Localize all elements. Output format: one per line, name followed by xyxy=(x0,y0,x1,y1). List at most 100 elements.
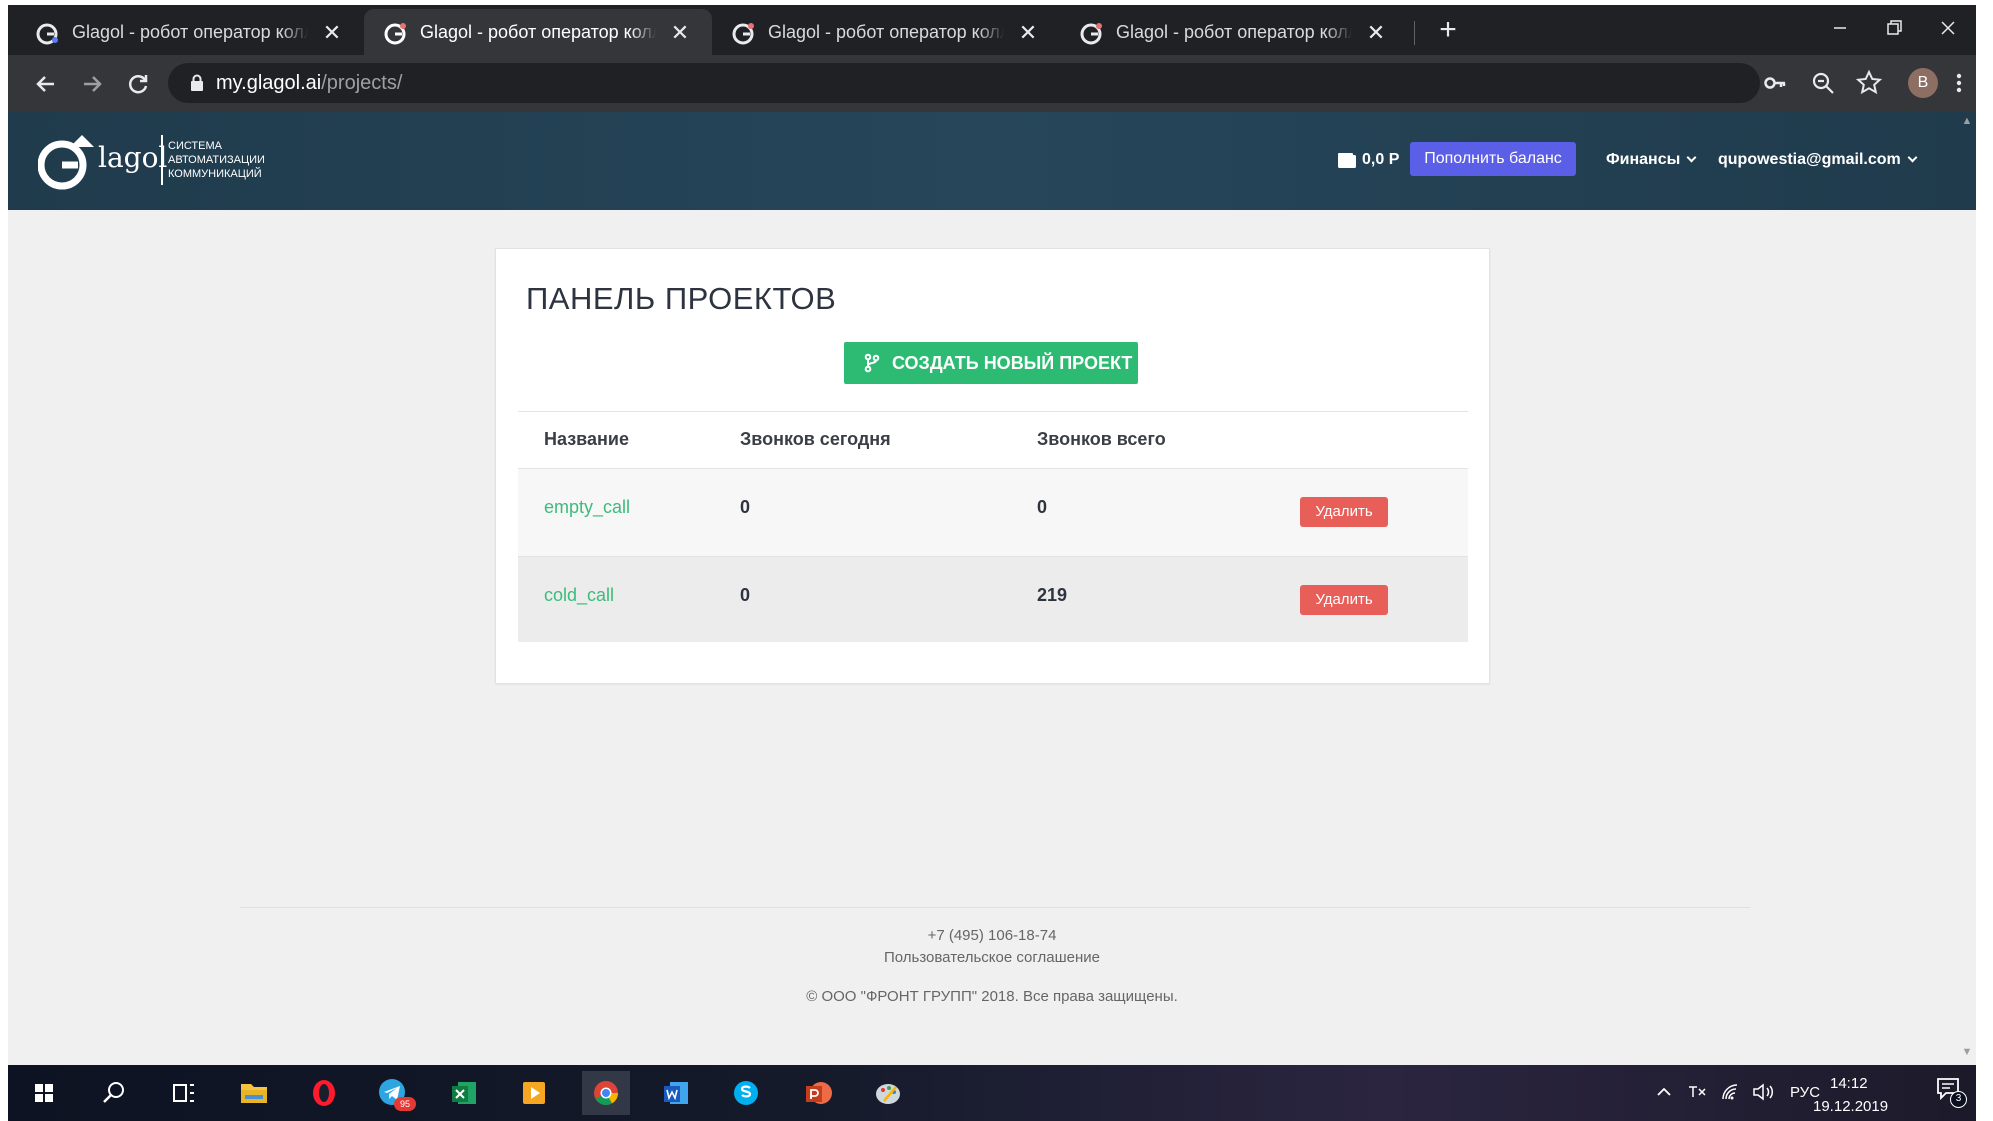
footer-divider xyxy=(240,907,1750,908)
finance-menu[interactable]: Финансы xyxy=(1606,151,1697,169)
calls-today-value: 0 xyxy=(740,497,751,517)
clock-date[interactable]: 19.12.2019 xyxy=(1813,1098,1888,1115)
skype-icon[interactable] xyxy=(722,1071,770,1115)
logo-tagline-line: АВТОМАТИЗАЦИИ xyxy=(168,154,265,166)
reload-icon[interactable] xyxy=(122,68,154,100)
word-icon[interactable] xyxy=(652,1071,700,1115)
url-host: my.glagol.ai xyxy=(216,72,322,94)
wifi-icon[interactable] xyxy=(1720,1083,1742,1101)
tab-separator xyxy=(1414,21,1415,45)
chevron-down-icon xyxy=(1686,152,1697,163)
logo-divider xyxy=(161,135,163,185)
logo-tagline-line: СИСТЕМА xyxy=(168,140,222,152)
menu-icon[interactable] xyxy=(1952,68,1966,98)
browser-tab[interactable]: Glagol - робот оператор колл-центра ✕ xyxy=(712,9,1060,55)
glagol-favicon-icon xyxy=(1080,23,1102,45)
column-header-name[interactable]: Название xyxy=(544,429,629,450)
tab-title: Glagol - робот оператор колл-центра xyxy=(768,22,1004,44)
delete-project-button[interactable]: Удалить xyxy=(1300,585,1388,615)
telegram-app[interactable]: 95 xyxy=(370,1071,418,1115)
chevron-up-icon[interactable] xyxy=(1656,1083,1672,1101)
tab-title: Glagol - робот оператор колл-центра xyxy=(1116,22,1352,44)
glagol-logo[interactable]: lagol СИСТЕМА АВТОМАТИЗАЦИИ КОММУНИКАЦИЙ xyxy=(38,127,278,191)
telegram-badge: 95 xyxy=(394,1097,416,1111)
excel-icon[interactable] xyxy=(440,1071,488,1115)
notification-count: 3 xyxy=(1950,1091,1967,1108)
calls-today-value: 0 xyxy=(740,585,751,605)
input-indicator-icon[interactable] xyxy=(1686,1083,1708,1101)
lock-icon xyxy=(191,74,203,91)
key-icon[interactable] xyxy=(1760,68,1790,98)
url-text: my.glagol.ai/projects/ xyxy=(216,72,402,95)
delete-project-button[interactable]: Удалить xyxy=(1300,497,1388,527)
user-email: qupowestia@gmail.com xyxy=(1718,151,1901,168)
glagol-logo-mark-icon xyxy=(38,135,94,190)
table-row: empty_call 0 0 Удалить xyxy=(518,469,1468,556)
calls-total-value: 0 xyxy=(1037,497,1048,517)
table-header: Название Звонков сегодня Звонков всего xyxy=(518,411,1468,469)
project-name-link[interactable]: empty_call xyxy=(544,497,630,518)
projects-panel: ПАНЕЛЬ ПРОЕКТОВ СОЗДАТЬ НОВЫЙ ПРОЕКТ Наз… xyxy=(495,248,1490,684)
logo-tagline-line: КОММУНИКАЦИЙ xyxy=(168,168,262,180)
opera-icon[interactable] xyxy=(300,1071,348,1115)
app-header: lagol СИСТЕМА АВТОМАТИЗАЦИИ КОММУНИКАЦИЙ… xyxy=(8,112,1976,210)
star-icon[interactable] xyxy=(1854,68,1884,98)
windows-taskbar: 95 РУС 14:12 19.12.2019 3 xyxy=(8,1065,1976,1121)
footer-copyright: © ООО "ФРОНТ ГРУПП" 2018. Все права защи… xyxy=(806,988,1178,1005)
powerpoint-icon[interactable] xyxy=(794,1071,842,1115)
browser-tab-active[interactable]: Glagol - робот оператор колл-центра ✕ xyxy=(364,9,712,55)
close-tab-icon[interactable]: ✕ xyxy=(1364,21,1388,45)
table-row: cold_call 0 219 Удалить xyxy=(518,556,1468,642)
scroll-up-arrow-icon[interactable]: ▲ xyxy=(1958,112,1976,130)
user-agreement-link[interactable]: Пользовательское соглашение xyxy=(8,949,1976,966)
search-icon[interactable] xyxy=(90,1071,138,1115)
footer-phone[interactable]: +7 (495) 106-18-74 xyxy=(8,927,1976,944)
close-tab-icon[interactable]: ✕ xyxy=(668,21,692,45)
column-header-calls-total[interactable]: Звонков всего xyxy=(1037,429,1166,450)
glagol-favicon-icon xyxy=(384,23,406,45)
glagol-favicon-icon xyxy=(36,23,58,45)
profile-avatar[interactable]: B xyxy=(1908,68,1938,98)
new-tab-button[interactable]: + xyxy=(1432,15,1464,47)
close-window-icon[interactable] xyxy=(1928,13,1968,43)
branch-icon xyxy=(864,353,880,373)
url-path: /projects/ xyxy=(321,72,403,94)
user-menu[interactable]: qupowestia@gmail.com xyxy=(1718,151,1918,169)
media-player-icon[interactable] xyxy=(510,1071,558,1115)
close-tab-icon[interactable]: ✕ xyxy=(1016,21,1040,45)
zoom-icon[interactable] xyxy=(1808,68,1838,98)
logo-tagline: СИСТЕМА АВТОМАТИЗАЦИИ КОММУНИКАЦИЙ xyxy=(168,139,288,181)
back-icon[interactable] xyxy=(30,68,62,100)
system-tray: РУС xyxy=(1638,1065,1976,1121)
windows-start-icon[interactable] xyxy=(20,1071,68,1115)
paint-icon[interactable] xyxy=(864,1071,912,1115)
clock-time[interactable]: 14:12 xyxy=(1830,1075,1868,1092)
finance-menu-label: Финансы xyxy=(1606,151,1681,168)
volume-icon[interactable] xyxy=(1752,1083,1776,1101)
balance-amount: 0,0 Р xyxy=(1362,151,1400,168)
action-center[interactable]: 3 xyxy=(1936,1077,1968,1109)
browser-tab[interactable]: Glagol - робот оператор колл-центра ✕ xyxy=(16,9,364,55)
minimize-icon[interactable] xyxy=(1820,13,1860,43)
calls-total-value: 219 xyxy=(1037,585,1068,605)
page-title: ПАНЕЛЬ ПРОЕКТОВ xyxy=(526,281,837,316)
scroll-down-arrow-icon[interactable]: ▼ xyxy=(1958,1043,1976,1061)
tab-title: Glagol - робот оператор колл-центра xyxy=(72,22,308,44)
file-explorer-icon[interactable] xyxy=(230,1071,278,1115)
browser-toolbar: my.glagol.ai/projects/ B xyxy=(8,55,1976,112)
browser-window: Glagol - робот оператор колл-центра ✕ Gl… xyxy=(8,5,1976,1121)
close-tab-icon[interactable]: ✕ xyxy=(320,21,344,45)
browser-tab[interactable]: Glagol - робот оператор колл-центра ✕ xyxy=(1060,9,1408,55)
glagol-favicon-icon xyxy=(732,23,754,45)
chrome-icon[interactable] xyxy=(582,1071,630,1115)
address-bar[interactable]: my.glagol.ai/projects/ xyxy=(168,63,1760,103)
forward-icon[interactable] xyxy=(76,68,108,100)
topup-balance-button[interactable]: Пополнить баланс xyxy=(1410,142,1576,176)
column-header-calls-today[interactable]: Звонков сегодня xyxy=(740,429,891,450)
task-view-icon[interactable] xyxy=(160,1071,208,1115)
restore-icon[interactable] xyxy=(1874,13,1914,43)
tab-strip: Glagol - робот оператор колл-центра ✕ Gl… xyxy=(8,5,1976,55)
wallet-icon xyxy=(1338,153,1356,168)
create-project-button[interactable]: СОЗДАТЬ НОВЫЙ ПРОЕКТ xyxy=(844,342,1138,384)
project-name-link[interactable]: cold_call xyxy=(544,585,614,606)
